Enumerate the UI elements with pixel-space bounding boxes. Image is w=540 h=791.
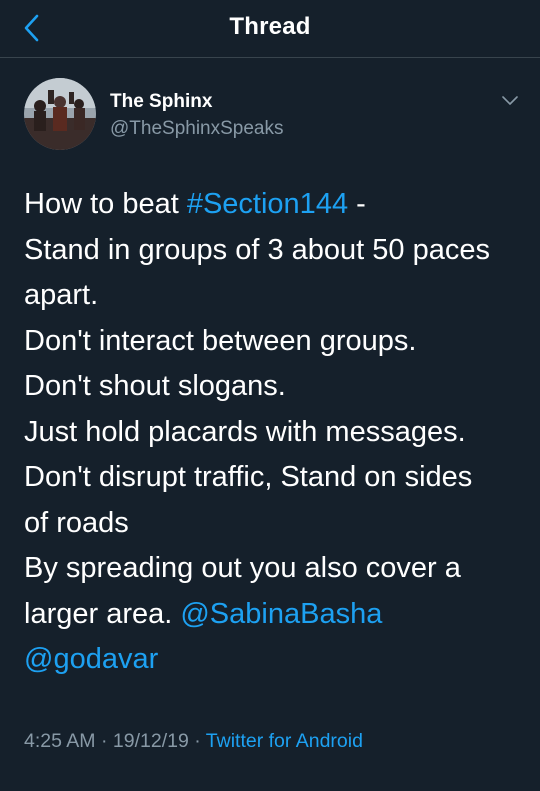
avatar-image [24,78,96,150]
hashtag-link[interactable]: #Section144 [187,188,348,220]
tweet-line: Don't interact between groups. [24,324,417,357]
tweet-line: larger area. @SabinaBasha [24,592,524,638]
page-title: Thread [229,13,311,40]
tweet-text-segment: larger area. [24,597,181,630]
avatar[interactable] [24,78,96,150]
tweet-date: 19/12/19 [112,730,189,752]
tweet-text-segment: - [348,188,366,220]
tweet-line: of roads [24,506,129,539]
tweet-source-link[interactable]: Twitter for Android [206,730,363,752]
tweet-menu-button[interactable] [498,88,522,112]
mention-link[interactable]: @SabinaBasha [180,598,382,630]
tweet-text-segment: How to beat [24,188,187,220]
author-display-name[interactable]: The Sphinx [110,91,212,113]
meta-separator: · [95,730,113,752]
tweet-line: Just hold placards with messages. [24,415,466,448]
tweet-line: Don't shout slogans. [24,370,286,402]
tweet-line: How to beat #Section144 - [24,182,524,228]
meta-separator: · [188,730,206,752]
tweet-line: @godavar [24,637,524,683]
tweet-line: By spreading out you also cover a [24,552,461,584]
author-handle[interactable]: @TheSphinxSpeaks [110,118,284,140]
tweet-meta: 4:25 AM · 19/12/19 · Twitter for Android [24,730,363,753]
top-bar: Thread [0,0,540,58]
tweet-line: apart. [24,279,99,311]
mention-link[interactable]: @godavar [24,643,158,675]
tweet-text: How to beat #Section144 - Stand in group… [24,182,524,683]
tweet-line: Don't disrupt traffic, Stand on sides [24,461,473,493]
tweet-author: The Sphinx @TheSphinxSpeaks [24,78,524,150]
tweet-line: Stand in groups of 3 about 50 paces [24,233,490,266]
tweet-time: 4:25 AM [24,730,96,752]
chevron-down-icon [502,96,518,105]
